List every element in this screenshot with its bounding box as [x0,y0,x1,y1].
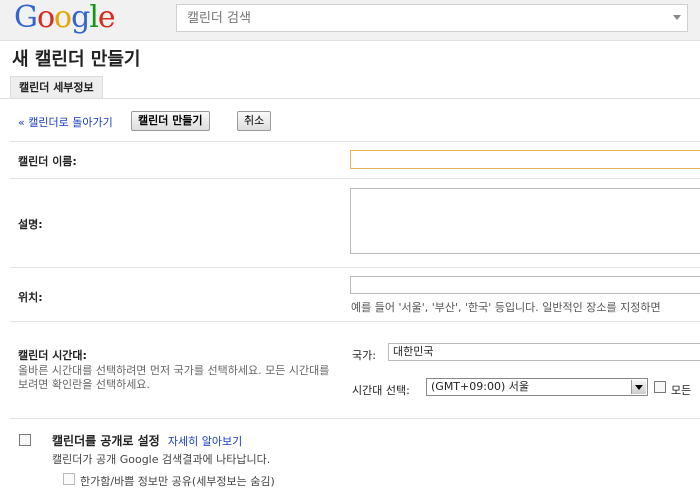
country-label: 국가: [352,349,376,362]
public-calendar-row: 캘린더를 공개로 설정 자세히 알아보기 [52,432,242,449]
timezone-select-label: 시간대 선택: [352,384,410,397]
chevron-down-icon[interactable] [631,380,646,394]
show-all-timezones-label: 모든 [671,384,692,397]
location-label: 위치: [18,291,43,304]
create-calendar-button[interactable]: 캘린더 만들기 [131,111,210,131]
top-bar: Google [0,0,700,41]
public-calendar-checkbox[interactable] [19,434,31,446]
back-to-calendar-link[interactable]: « 캘린더로 돌아가기 [18,114,113,130]
public-calendar-description: 캘린더가 공개 Google 검색결과에 나타납니다. [52,453,271,466]
busy-only-label: 한가함/바쁨 정보만 공유(세부정보는 숨김) [80,475,275,488]
description-label: 설명: [18,218,43,231]
search-dropdown-icon[interactable] [673,15,681,20]
divider [10,418,700,419]
learn-more-link[interactable]: 자세히 알아보기 [168,435,242,448]
divider [10,267,700,268]
country-input[interactable]: 대한민국 [388,343,700,361]
search-input[interactable] [177,5,677,31]
location-input[interactable] [350,276,700,294]
google-logo[interactable]: Google [14,0,116,35]
busy-only-checkbox[interactable] [63,473,75,485]
divider [10,141,700,142]
public-calendar-label: 캘린더를 공개로 설정 [52,434,160,448]
calendar-name-input[interactable] [350,150,700,169]
timezone-label: 캘린더 시간대: [18,349,87,362]
tab-calendar-details[interactable]: 캘린더 세부정보 [10,76,103,98]
timezone-selected-value: (GMT+09:00) 서울 [431,380,529,393]
divider [10,178,700,179]
location-hint: 예를 들어 '서울', '부산', '한국' 등입니다. 일반적인 장소를 지정… [351,301,661,314]
cancel-button[interactable]: 취소 [237,111,272,131]
tab-bar: 캘린더 세부정보 [0,76,700,99]
page-title: 새 캘린더 만들기 [12,49,141,70]
timezone-description: 올바른 시간대를 선택하려면 먼저 국가를 선택하세요. 모든 시간대를 보려면… [18,364,330,391]
timezone-select[interactable]: (GMT+09:00) 서울 [426,378,648,396]
description-textarea[interactable] [350,188,700,254]
show-all-timezones-checkbox[interactable] [654,381,666,393]
divider [10,321,700,322]
calendar-name-label: 캘린더 이름: [18,155,77,168]
search-box [176,4,688,32]
